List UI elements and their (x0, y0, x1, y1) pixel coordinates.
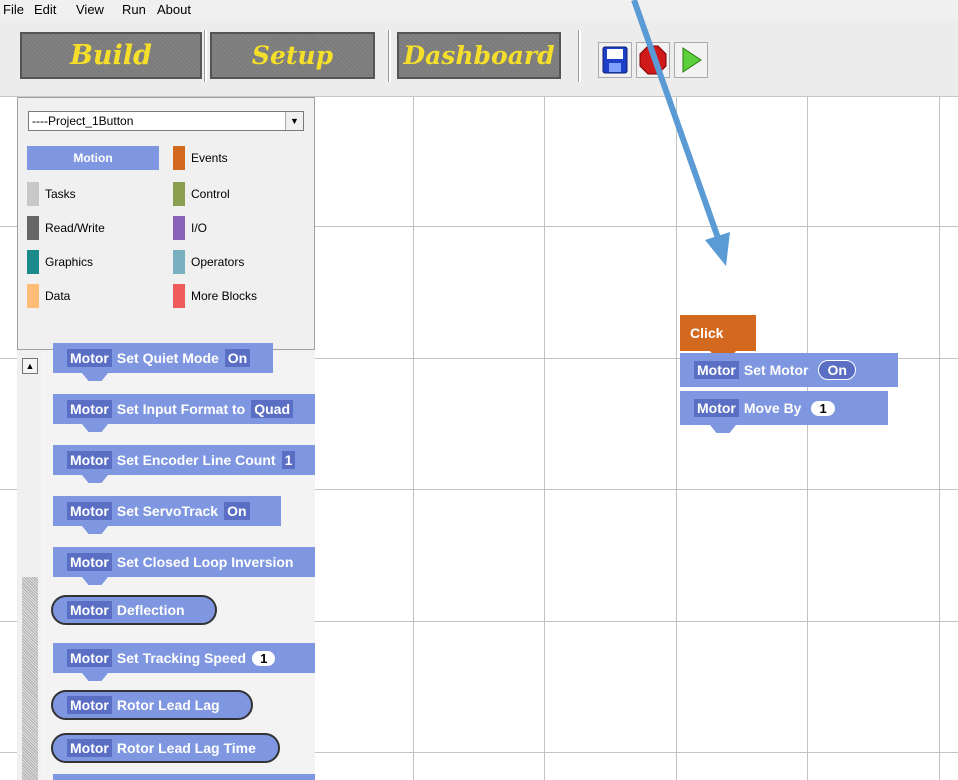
annotation-arrow-icon (631, 0, 730, 266)
